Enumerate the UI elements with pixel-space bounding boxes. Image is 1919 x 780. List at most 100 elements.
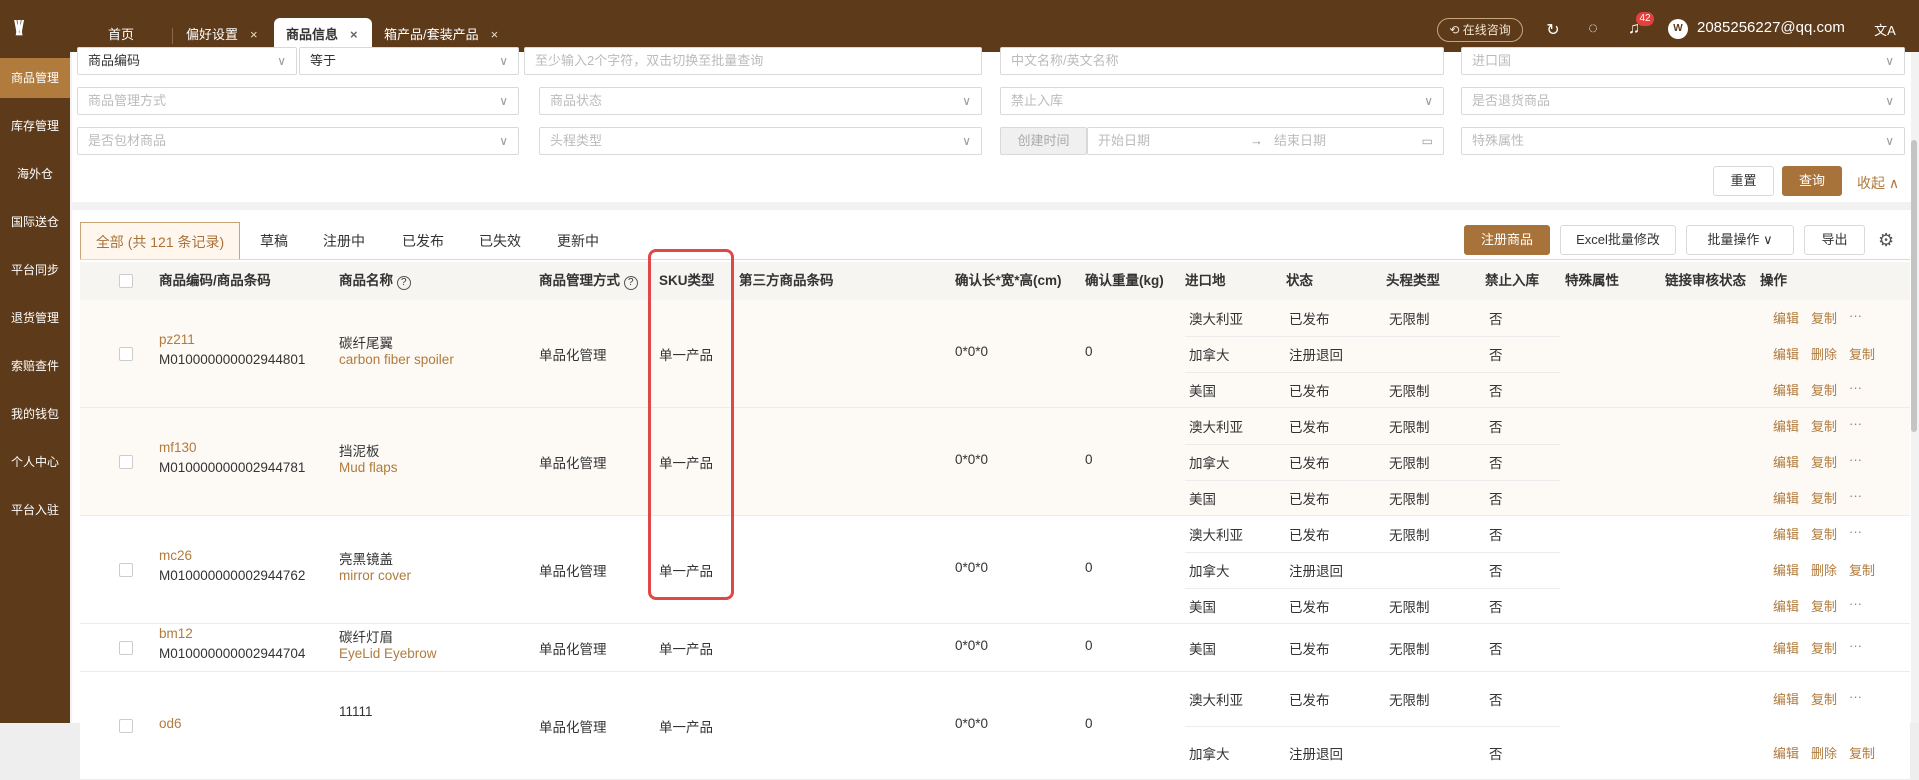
status-tab-draft[interactable]: 草稿 (246, 222, 302, 260)
row-action-link[interactable]: 编辑 (1773, 488, 1799, 507)
sidebar-item[interactable]: 个人中心 (0, 442, 70, 482)
name-search-input[interactable]: 中文名称/英文名称 (1000, 47, 1444, 75)
excel-batch-edit-button[interactable]: Excel批量修改 (1560, 225, 1676, 255)
export-button[interactable]: 导出 (1804, 225, 1865, 255)
status-tab-expired[interactable]: 已失效 (472, 222, 528, 260)
manage-mode-select[interactable]: 商品管理方式 ∨ (77, 87, 519, 115)
row-action-link[interactable]: 编辑 (1773, 452, 1799, 471)
row-action-link[interactable]: 复制 (1811, 488, 1837, 507)
code-search-input[interactable]: 至少输入2个字符，双击切换至批量查询 (524, 47, 982, 75)
product-code-link[interactable]: bm12 (159, 626, 193, 641)
row-action-link[interactable]: 复制 (1811, 596, 1837, 615)
row-action-link[interactable]: 复制 (1811, 452, 1837, 471)
status-tab-registering[interactable]: 注册中 (316, 222, 372, 260)
row-checkbox[interactable] (119, 563, 133, 577)
row-action-link[interactable]: 编辑 (1773, 743, 1799, 762)
product-name-en[interactable]: Mud flaps (339, 460, 398, 475)
row-action-link[interactable]: 复制 (1849, 560, 1875, 579)
row-action-link[interactable]: 复制 (1849, 743, 1875, 762)
is-return-select[interactable]: 是否退货商品 ∨ (1461, 87, 1905, 115)
help-icon[interactable]: ? (623, 276, 638, 290)
row-checkbox[interactable] (119, 455, 133, 469)
language-icon[interactable]: 文A (1873, 20, 1897, 39)
product-code-link[interactable]: mf130 (159, 440, 197, 455)
row-checkbox[interactable] (119, 347, 133, 361)
sidebar-item[interactable]: 平台入驻 (0, 490, 70, 530)
product-name-en[interactable]: EyeLid Eyebrow (339, 646, 437, 661)
date-range-picker[interactable]: 开始日期 → 结束日期 ▭ (1087, 127, 1444, 155)
scrollbar[interactable] (1911, 140, 1917, 432)
batch-operation-button[interactable]: 批量操作 ∨ (1686, 225, 1794, 255)
sidebar-item[interactable]: 平台同步 (0, 250, 70, 290)
more-actions-icon[interactable]: ··· (1849, 638, 1862, 653)
row-action-link[interactable]: 复制 (1811, 638, 1837, 657)
refresh-icon[interactable]: ↻ (1543, 20, 1563, 40)
more-actions-icon[interactable]: ··· (1849, 416, 1862, 431)
status-select[interactable]: 商品状态 ∨ (539, 87, 982, 115)
sidebar-item[interactable]: 国际送仓 (0, 202, 70, 242)
help-icon[interactable]: ? (396, 276, 411, 290)
row-action-link[interactable]: 编辑 (1773, 524, 1799, 543)
sidebar-item[interactable]: 索赔查件 (0, 346, 70, 386)
row-action-link[interactable]: 编辑 (1773, 638, 1799, 657)
product-code-link[interactable]: mc26 (159, 548, 192, 563)
product-name-en[interactable]: carbon fiber spoiler (339, 352, 454, 367)
status-tab-updating[interactable]: 更新中 (548, 222, 608, 260)
row-action-link[interactable]: 删除 (1811, 344, 1837, 363)
row-action-link[interactable]: 复制 (1811, 308, 1837, 327)
row-action-link[interactable]: 复制 (1811, 416, 1837, 435)
settings-gear-icon[interactable]: ⚙ (1878, 230, 1894, 251)
close-icon[interactable]: × (250, 27, 258, 42)
is-packaging-select[interactable]: 是否包材商品 ∨ (77, 127, 519, 155)
close-icon[interactable]: × (350, 27, 358, 42)
row-action-link[interactable]: 编辑 (1773, 416, 1799, 435)
reset-button[interactable]: 重置 (1713, 166, 1774, 196)
operator-select[interactable]: 等于 ∨ (299, 47, 519, 75)
row-action-link[interactable]: 编辑 (1773, 380, 1799, 399)
shield-icon[interactable]: ◌ (1583, 20, 1603, 38)
row-action-link[interactable]: 编辑 (1773, 689, 1799, 708)
forbid-inbound-select[interactable]: 禁止入库 ∨ (1000, 87, 1444, 115)
row-action-link[interactable]: 编辑 (1773, 560, 1799, 579)
row-action-link[interactable]: 编辑 (1773, 344, 1799, 363)
code-type-select[interactable]: 商品编码 ∨ (77, 47, 297, 75)
product-code-link[interactable]: pz211 (159, 332, 195, 347)
sidebar-item[interactable]: 退货管理 (0, 298, 70, 338)
register-product-button[interactable]: 注册商品 (1464, 225, 1550, 255)
import-country-select[interactable]: 进口国 ∨ (1461, 47, 1905, 75)
product-name-en[interactable]: mirror cover (339, 568, 411, 583)
more-actions-icon[interactable]: ··· (1849, 524, 1862, 539)
more-actions-icon[interactable]: ··· (1849, 596, 1862, 611)
user-email[interactable]: 2085256227@qq.com (1697, 19, 1845, 36)
special-attr-select[interactable]: 特殊属性 ∨ (1461, 127, 1905, 155)
row-action-link[interactable]: 复制 (1811, 380, 1837, 399)
row-action-link[interactable]: 编辑 (1773, 596, 1799, 615)
avatar[interactable]: W (1668, 19, 1688, 39)
row-action-link[interactable]: 复制 (1849, 344, 1875, 363)
more-actions-icon[interactable]: ··· (1849, 689, 1862, 704)
status-tab-all[interactable]: 全部 (共 121 条记录) (80, 222, 240, 260)
more-actions-icon[interactable]: ··· (1849, 308, 1862, 323)
more-actions-icon[interactable]: ··· (1849, 452, 1862, 467)
row-action-link[interactable]: 复制 (1811, 524, 1837, 543)
product-code-link[interactable]: od6 (159, 716, 182, 731)
sidebar-item[interactable]: 商品管理 (0, 58, 70, 98)
row-checkbox[interactable] (119, 641, 133, 655)
more-actions-icon[interactable]: ··· (1849, 488, 1862, 503)
query-button[interactable]: 查询 (1782, 166, 1842, 196)
row-action-link[interactable]: 编辑 (1773, 308, 1799, 327)
row-action-link[interactable]: 删除 (1811, 560, 1837, 579)
close-icon[interactable]: × (491, 27, 499, 42)
select-all-checkbox[interactable] (119, 274, 133, 288)
collapse-toggle[interactable]: 收起 ∧ (1857, 173, 1899, 193)
online-consult-button[interactable]: ⟲ 在线咨询 (1437, 18, 1523, 42)
more-actions-icon[interactable]: ··· (1849, 380, 1862, 395)
sidebar-item[interactable]: 库存管理 (0, 106, 70, 146)
sidebar-item[interactable]: 我的钱包 (0, 394, 70, 434)
row-action-link[interactable]: 复制 (1811, 689, 1837, 708)
row-checkbox[interactable] (119, 719, 133, 733)
sidebar-item[interactable]: 海外仓 (0, 154, 70, 194)
row-action-link[interactable]: 删除 (1811, 743, 1837, 762)
first-leg-select[interactable]: 头程类型 ∨ (539, 127, 982, 155)
status-tab-published[interactable]: 已发布 (395, 222, 451, 260)
